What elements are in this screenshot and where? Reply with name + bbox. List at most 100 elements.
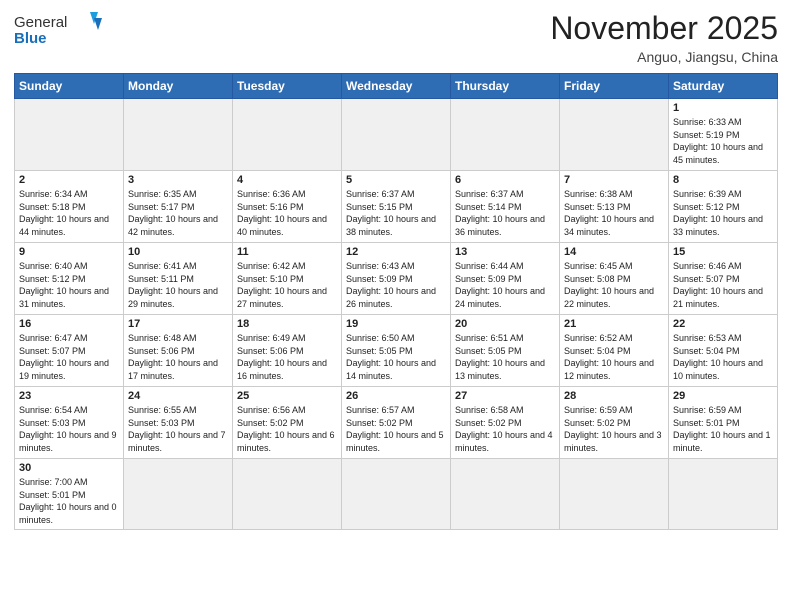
day-number: 23	[19, 390, 119, 402]
day-info: Sunrise: 6:33 AMSunset: 5:19 PMDaylight:…	[673, 116, 773, 166]
day-number: 11	[237, 246, 337, 258]
weekday-header-thursday: Thursday	[451, 74, 560, 99]
weekday-header-wednesday: Wednesday	[342, 74, 451, 99]
day-info: Sunrise: 6:41 AMSunset: 5:11 PMDaylight:…	[128, 260, 228, 310]
day-number: 7	[564, 174, 664, 186]
day-number: 8	[673, 174, 773, 186]
day-info: Sunrise: 7:00 AMSunset: 5:01 PMDaylight:…	[19, 476, 119, 526]
calendar-cell: 18 Sunrise: 6:49 AMSunset: 5:06 PMDayligh…	[233, 315, 342, 387]
day-info: Sunrise: 6:54 AMSunset: 5:03 PMDaylight:…	[19, 404, 119, 454]
calendar-cell	[342, 459, 451, 530]
calendar-table: SundayMondayTuesdayWednesdayThursdayFrid…	[14, 73, 778, 530]
calendar-cell: 22 Sunrise: 6:53 AMSunset: 5:04 PMDayligh…	[669, 315, 778, 387]
day-number: 26	[346, 390, 446, 402]
day-number: 17	[128, 318, 228, 330]
day-info: Sunrise: 6:52 AMSunset: 5:04 PMDaylight:…	[564, 332, 664, 382]
day-number: 24	[128, 390, 228, 402]
calendar-cell: 8 Sunrise: 6:39 AMSunset: 5:12 PMDaylight…	[669, 171, 778, 243]
calendar-cell	[669, 459, 778, 530]
day-info: Sunrise: 6:50 AMSunset: 5:05 PMDaylight:…	[346, 332, 446, 382]
weekday-header-monday: Monday	[124, 74, 233, 99]
day-number: 10	[128, 246, 228, 258]
day-info: Sunrise: 6:39 AMSunset: 5:12 PMDaylight:…	[673, 188, 773, 238]
calendar-cell	[124, 99, 233, 171]
logo: General Blue	[14, 10, 104, 48]
calendar-cell: 10 Sunrise: 6:41 AMSunset: 5:11 PMDayligh…	[124, 243, 233, 315]
calendar-cell	[560, 99, 669, 171]
day-info: Sunrise: 6:55 AMSunset: 5:03 PMDaylight:…	[128, 404, 228, 454]
weekday-header-saturday: Saturday	[669, 74, 778, 99]
calendar-cell: 24 Sunrise: 6:55 AMSunset: 5:03 PMDayligh…	[124, 387, 233, 459]
day-info: Sunrise: 6:46 AMSunset: 5:07 PMDaylight:…	[673, 260, 773, 310]
day-number: 14	[564, 246, 664, 258]
day-info: Sunrise: 6:37 AMSunset: 5:14 PMDaylight:…	[455, 188, 555, 238]
calendar-cell: 15Sunrise: 6:46 AMSunset: 5:07 PMDayligh…	[669, 243, 778, 315]
day-info: Sunrise: 6:59 AMSunset: 5:01 PMDaylight:…	[673, 404, 773, 454]
day-info: Sunrise: 6:58 AMSunset: 5:02 PMDaylight:…	[455, 404, 555, 454]
calendar-cell: 20Sunrise: 6:51 AMSunset: 5:05 PMDayligh…	[451, 315, 560, 387]
day-number: 25	[237, 390, 337, 402]
calendar-cell: 28 Sunrise: 6:59 AMSunset: 5:02 PMDayligh…	[560, 387, 669, 459]
day-number: 6	[455, 174, 555, 186]
day-number: 13	[455, 246, 555, 258]
calendar-cell: 5 Sunrise: 6:37 AMSunset: 5:15 PMDaylight…	[342, 171, 451, 243]
calendar-cell: 30 Sunrise: 7:00 AMSunset: 5:01 PMDayligh…	[15, 459, 124, 530]
day-number: 30	[19, 462, 119, 474]
day-number: 22	[673, 318, 773, 330]
calendar-cell: 17 Sunrise: 6:48 AMSunset: 5:06 PMDayligh…	[124, 315, 233, 387]
day-info: Sunrise: 6:37 AMSunset: 5:15 PMDaylight:…	[346, 188, 446, 238]
calendar-cell: 16 Sunrise: 6:47 AMSunset: 5:07 PMDayligh…	[15, 315, 124, 387]
day-info: Sunrise: 6:42 AMSunset: 5:10 PMDaylight:…	[237, 260, 337, 310]
calendar-cell: 26Sunrise: 6:57 AMSunset: 5:02 PMDayligh…	[342, 387, 451, 459]
day-number: 12	[346, 246, 446, 258]
calendar-cell	[233, 99, 342, 171]
day-number: 5	[346, 174, 446, 186]
calendar-cell: 9 Sunrise: 6:40 AMSunset: 5:12 PMDaylight…	[15, 243, 124, 315]
calendar-cell: 2Sunrise: 6:34 AMSunset: 5:18 PMDaylight…	[15, 171, 124, 243]
calendar-cell	[342, 99, 451, 171]
calendar-cell: 12 Sunrise: 6:43 AMSunset: 5:09 PMDayligh…	[342, 243, 451, 315]
calendar-cell: 19 Sunrise: 6:50 AMSunset: 5:05 PMDayligh…	[342, 315, 451, 387]
day-info: Sunrise: 6:36 AMSunset: 5:16 PMDaylight:…	[237, 188, 337, 238]
day-info: Sunrise: 6:45 AMSunset: 5:08 PMDaylight:…	[564, 260, 664, 310]
calendar-cell: 27Sunrise: 6:58 AMSunset: 5:02 PMDayligh…	[451, 387, 560, 459]
calendar-cell: 14 Sunrise: 6:45 AMSunset: 5:08 PMDayligh…	[560, 243, 669, 315]
weekday-header-sunday: Sunday	[15, 74, 124, 99]
calendar-cell: 6 Sunrise: 6:37 AMSunset: 5:14 PMDaylight…	[451, 171, 560, 243]
svg-text:Blue: Blue	[14, 30, 47, 47]
day-number: 1	[673, 102, 773, 114]
calendar-cell: 25Sunrise: 6:56 AMSunset: 5:02 PMDayligh…	[233, 387, 342, 459]
day-number: 18	[237, 318, 337, 330]
calendar-cell: 23 Sunrise: 6:54 AMSunset: 5:03 PMDayligh…	[15, 387, 124, 459]
day-info: Sunrise: 6:59 AMSunset: 5:02 PMDaylight:…	[564, 404, 664, 454]
day-number: 19	[346, 318, 446, 330]
calendar-page: General Blue November 2025 Anguo, Jiangs…	[0, 0, 792, 612]
day-info: Sunrise: 6:40 AMSunset: 5:12 PMDaylight:…	[19, 260, 119, 310]
day-info: Sunrise: 6:48 AMSunset: 5:06 PMDaylight:…	[128, 332, 228, 382]
calendar-cell	[451, 459, 560, 530]
day-number: 29	[673, 390, 773, 402]
calendar-cell: 3Sunrise: 6:35 AMSunset: 5:17 PMDaylight…	[124, 171, 233, 243]
day-info: Sunrise: 6:43 AMSunset: 5:09 PMDaylight:…	[346, 260, 446, 310]
calendar-cell: 11 Sunrise: 6:42 AMSunset: 5:10 PMDayligh…	[233, 243, 342, 315]
day-info: Sunrise: 6:47 AMSunset: 5:07 PMDaylight:…	[19, 332, 119, 382]
calendar-cell: 4Sunrise: 6:36 AMSunset: 5:16 PMDaylight…	[233, 171, 342, 243]
weekday-header-tuesday: Tuesday	[233, 74, 342, 99]
day-number: 16	[19, 318, 119, 330]
calendar-cell	[560, 459, 669, 530]
svg-text:General: General	[14, 14, 67, 31]
day-number: 28	[564, 390, 664, 402]
day-number: 9	[19, 246, 119, 258]
day-number: 2	[19, 174, 119, 186]
calendar-cell: 7 Sunrise: 6:38 AMSunset: 5:13 PMDaylight…	[560, 171, 669, 243]
day-info: Sunrise: 6:49 AMSunset: 5:06 PMDaylight:…	[237, 332, 337, 382]
day-number: 21	[564, 318, 664, 330]
day-info: Sunrise: 6:38 AMSunset: 5:13 PMDaylight:…	[564, 188, 664, 238]
calendar-cell: 1 Sunrise: 6:33 AMSunset: 5:19 PMDaylight…	[669, 99, 778, 171]
calendar-cell	[15, 99, 124, 171]
day-info: Sunrise: 6:35 AMSunset: 5:17 PMDaylight:…	[128, 188, 228, 238]
day-info: Sunrise: 6:53 AMSunset: 5:04 PMDaylight:…	[673, 332, 773, 382]
day-info: Sunrise: 6:44 AMSunset: 5:09 PMDaylight:…	[455, 260, 555, 310]
calendar-cell: 13 Sunrise: 6:44 AMSunset: 5:09 PMDayligh…	[451, 243, 560, 315]
title-block: November 2025 Anguo, Jiangsu, China	[550, 10, 778, 65]
